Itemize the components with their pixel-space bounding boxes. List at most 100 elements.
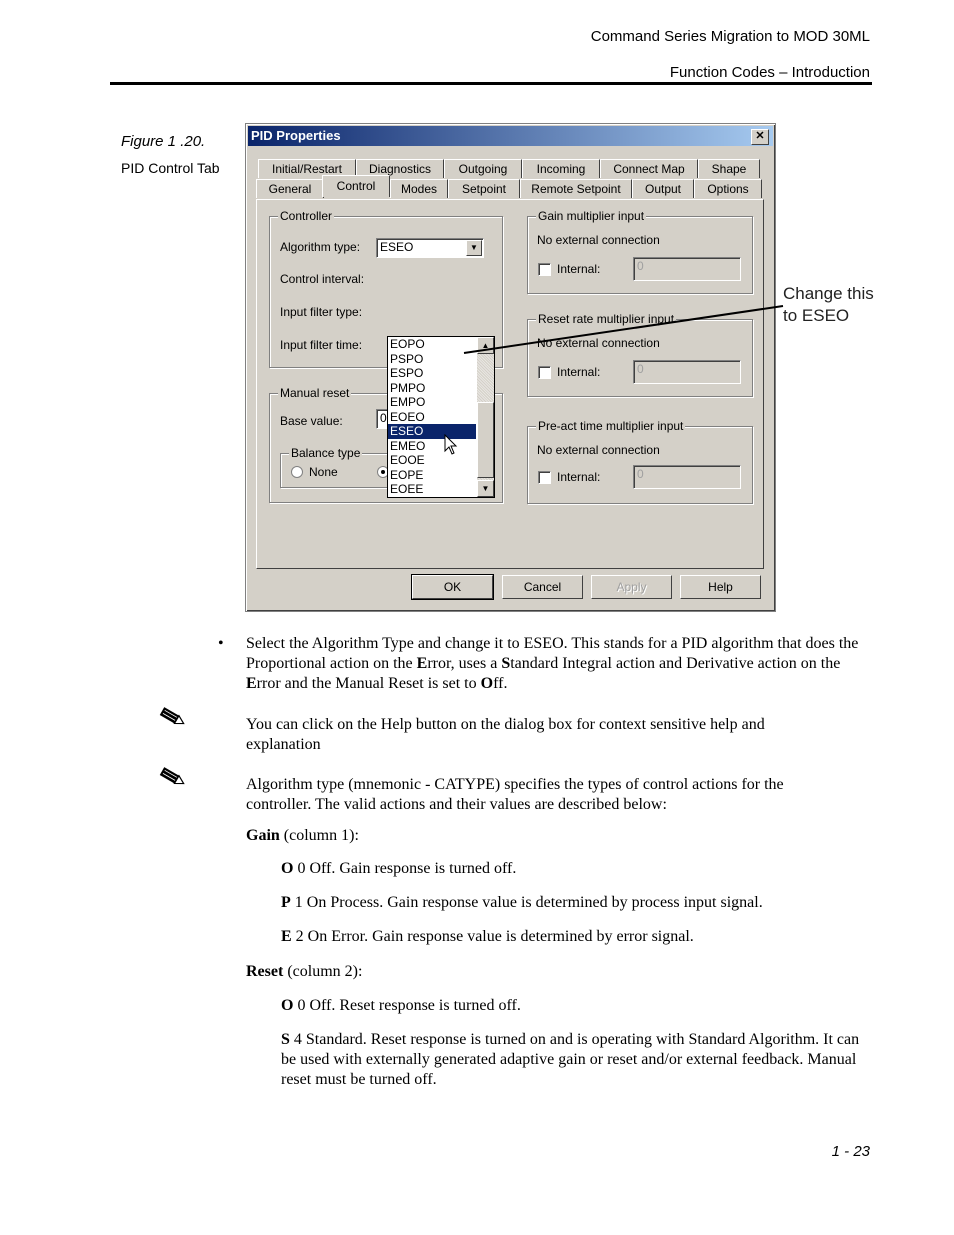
tab-remote-setpoint[interactable]: Remote Setpoint xyxy=(520,179,632,198)
reset-rate-multiplier-status: No external connection xyxy=(537,336,660,350)
section-title: Function Codes – Introduction xyxy=(669,64,870,81)
text-segment: tandard Integral action and Derivative a… xyxy=(510,655,841,672)
gain-heading-bold: Gain xyxy=(246,827,280,844)
bold-letter: E xyxy=(416,655,428,672)
text-segment: rror and the Manual Reset is set to xyxy=(256,675,481,692)
tab-output[interactable]: Output xyxy=(632,179,694,198)
ok-button[interactable]: OK xyxy=(411,574,494,600)
reset-item-s: S 4 Standard. Reset response is turned o… xyxy=(281,1030,866,1090)
reset-heading: Reset (column 2): xyxy=(246,962,362,982)
balance-none-label: None xyxy=(309,465,338,479)
reset-desc: 0 Off. Reset response is turned off. xyxy=(293,997,521,1014)
dropdown-option[interactable]: PSPO xyxy=(388,352,476,367)
tab-outgoing[interactable]: Outgoing xyxy=(444,159,522,178)
dropdown-option[interactable]: PMPO xyxy=(388,381,476,396)
bullet-marker: • xyxy=(218,635,224,652)
reset-rate-internal-checkbox[interactable] xyxy=(538,366,551,379)
tab-connect-map[interactable]: Connect Map xyxy=(600,159,698,178)
base-value-label: Base value: xyxy=(280,414,343,428)
bullet-paragraph: Select the Algorithm Type and change it … xyxy=(246,634,866,694)
reset-rate-internal-input[interactable]: 0 xyxy=(633,360,741,384)
control-interval-label: Control interval: xyxy=(280,272,365,286)
reset-heading-bold: Reset xyxy=(246,963,284,980)
gain-item-o: O 0 Off. Gain response is turned off. xyxy=(281,859,516,879)
tab-general[interactable]: General xyxy=(256,179,324,198)
reset-rate-value: 0 xyxy=(637,362,644,376)
tab-shape[interactable]: Shape xyxy=(698,159,760,178)
cancel-button[interactable]: Cancel xyxy=(502,575,583,599)
dropdown-option[interactable]: EOPO xyxy=(388,337,476,352)
gain-item-p: P 1 On Process. Gain response value is d… xyxy=(281,893,763,913)
annotation-text: Change this to ESEO xyxy=(783,283,874,327)
controller-group-title: Controller xyxy=(278,209,335,223)
reset-rate-internal-label: Internal: xyxy=(557,365,601,379)
dropdown-option[interactable]: EOEE xyxy=(388,482,476,497)
pid-properties-dialog: PID Properties ✕ Initial/Restart Diagnos… xyxy=(245,123,776,612)
dropdown-option[interactable]: EOEO xyxy=(388,410,476,425)
bold-letter: S xyxy=(501,655,511,672)
preact-time-multiplier-status: No external connection xyxy=(537,443,660,457)
dropdown-option[interactable]: EOOE xyxy=(388,453,476,468)
gain-heading: Gain (column 1): xyxy=(246,826,359,846)
reset-rate-multiplier-title: Reset rate multiplier input xyxy=(536,312,677,326)
algorithm-type-value: ESEO xyxy=(380,240,414,254)
preact-internal-checkbox[interactable] xyxy=(538,471,551,484)
chevron-down-icon[interactable]: ▼ xyxy=(466,240,482,256)
dropdown-option[interactable]: ESEO xyxy=(388,424,476,439)
document-title: Command Series Migration to MOD 30ML xyxy=(590,28,870,45)
close-button[interactable]: ✕ xyxy=(751,129,769,145)
reset-item-o: O 0 Off. Reset response is turned off. xyxy=(281,996,521,1016)
algorithm-type-select[interactable]: ESEO ▼ xyxy=(376,238,484,258)
gain-heading-rest: (column 1): xyxy=(279,827,359,844)
reset-heading-rest: (column 2): xyxy=(283,963,363,980)
reset-code: O xyxy=(281,997,294,1014)
note-algorithm-text: Algorithm type (mnemonic - CATYPE) speci… xyxy=(246,776,784,813)
preact-value: 0 xyxy=(637,467,644,481)
balance-none-radio[interactable] xyxy=(291,466,303,478)
gain-multiplier-internal-label: Internal: xyxy=(557,262,601,276)
gain-multiplier-title: Gain multiplier input xyxy=(536,209,647,223)
preact-time-multiplier-group: Pre-act time multiplier input No externa… xyxy=(527,419,753,504)
dropdown-option[interactable]: EMPO xyxy=(388,395,476,410)
tab-setpoint[interactable]: Setpoint xyxy=(448,179,520,198)
apply-button[interactable]: Apply xyxy=(591,575,672,599)
dropdown-option[interactable]: EMEO xyxy=(388,439,476,454)
help-button[interactable]: Help xyxy=(680,575,761,599)
text-segment: ff. xyxy=(493,675,508,692)
control-tab-panel: Controller Algorithm type: Control inter… xyxy=(256,199,764,569)
gain-multiplier-group: Gain multiplier input No external connec… xyxy=(527,209,753,294)
bold-letter: O xyxy=(480,675,494,692)
preact-time-multiplier-title: Pre-act time multiplier input xyxy=(536,419,686,433)
scroll-down-icon[interactable]: ▼ xyxy=(477,480,494,497)
note-help-text: You can click on the Help button on the … xyxy=(246,716,765,753)
tab-control[interactable]: Control xyxy=(322,175,390,197)
gain-desc: 1 On Process. Gain response value is det… xyxy=(290,894,763,911)
gain-multiplier-internal-checkbox[interactable] xyxy=(538,263,551,276)
dropdown-scrollbar[interactable]: ▲ ▼ xyxy=(477,337,494,497)
gain-desc: 0 Off. Gain response is turned off. xyxy=(293,860,517,877)
balance-type-title: Balance type xyxy=(289,446,363,460)
gain-multiplier-internal-input[interactable]: 0 xyxy=(633,257,741,281)
figure-number: Figure 1 .20. xyxy=(121,133,206,150)
pencil-icon xyxy=(159,767,185,785)
scroll-up-icon[interactable]: ▲ xyxy=(477,337,494,354)
annotation-line-2: to ESEO xyxy=(783,306,850,325)
dropdown-option[interactable]: EOPE xyxy=(388,468,476,483)
tab-options[interactable]: Options xyxy=(694,179,762,198)
input-filter-type-label: Input filter type: xyxy=(280,305,363,319)
reset-desc: 4 Standard. Reset response is turned on … xyxy=(281,1031,860,1088)
tab-incoming[interactable]: Incoming xyxy=(522,159,600,178)
gain-multiplier-status: No external connection xyxy=(537,233,660,247)
tab-modes[interactable]: Modes xyxy=(390,179,448,198)
dialog-title: PID Properties xyxy=(251,128,341,143)
preact-internal-input[interactable]: 0 xyxy=(633,465,741,489)
bold-letter: E xyxy=(246,675,257,692)
dialog-titlebar: PID Properties ✕ xyxy=(248,126,773,146)
algorithm-dropdown-list[interactable]: EOPO PSPO ESPO PMPO EMPO EOEO ESEO EMEO EOOE EOPE… xyxy=(387,336,495,498)
page-number: 1 - 23 xyxy=(831,1143,870,1160)
scroll-thumb[interactable] xyxy=(477,402,494,478)
mouse-pointer-icon xyxy=(444,434,458,455)
base-value-text: 0 xyxy=(380,411,387,425)
radio-selected-dot xyxy=(381,470,385,474)
dropdown-option[interactable]: ESPO xyxy=(388,366,476,381)
